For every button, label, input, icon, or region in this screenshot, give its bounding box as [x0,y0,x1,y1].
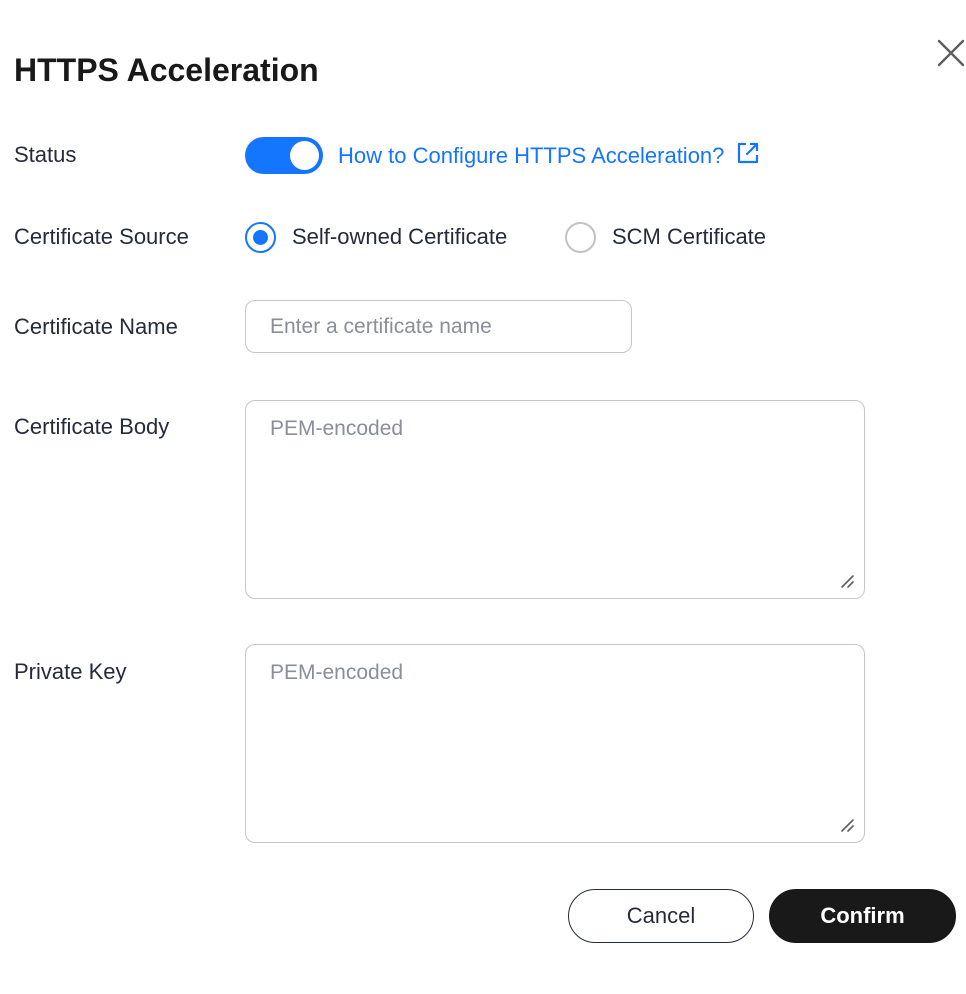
radio-checked-icon [245,221,276,253]
certificate-body-field [245,400,865,599]
radio-label-scm: SCM Certificate [612,224,767,249]
status-label: Status [14,142,77,167]
resize-handle-icon[interactable] [839,573,855,589]
certificate-body-label: Certificate Body [14,414,170,439]
private-key-textarea[interactable] [245,644,865,843]
private-key-label: Private Key [14,659,127,684]
certificate-body-textarea[interactable] [245,400,865,599]
radio-self-owned-certificate[interactable]: Self-owned Certificate [245,221,507,253]
close-icon[interactable] [936,38,966,68]
certificate-name-label: Certificate Name [14,314,178,339]
external-link-icon [736,141,760,171]
radio-label-self-owned: Self-owned Certificate [292,224,508,249]
status-toggle[interactable] [245,137,323,174]
private-key-field [245,644,865,843]
toggle-knob [290,141,319,170]
resize-handle-icon[interactable] [839,817,855,833]
certificate-name-input[interactable] [245,300,632,353]
radio-unchecked-icon [565,221,596,253]
certificate-source-label: Certificate Source [14,224,189,249]
dialog-title: HTTPS Acceleration [14,52,319,88]
radio-scm-certificate[interactable]: SCM Certificate [565,221,766,253]
cancel-button[interactable]: Cancel [568,889,754,943]
confirm-button[interactable]: Confirm [769,889,956,943]
https-acceleration-dialog: HTTPS Acceleration Status How to Configu… [0,0,966,994]
help-link-text: How to Configure HTTPS Acceleration? [338,143,725,168]
help-link-https-acceleration[interactable]: How to Configure HTTPS Acceleration? [338,141,760,171]
